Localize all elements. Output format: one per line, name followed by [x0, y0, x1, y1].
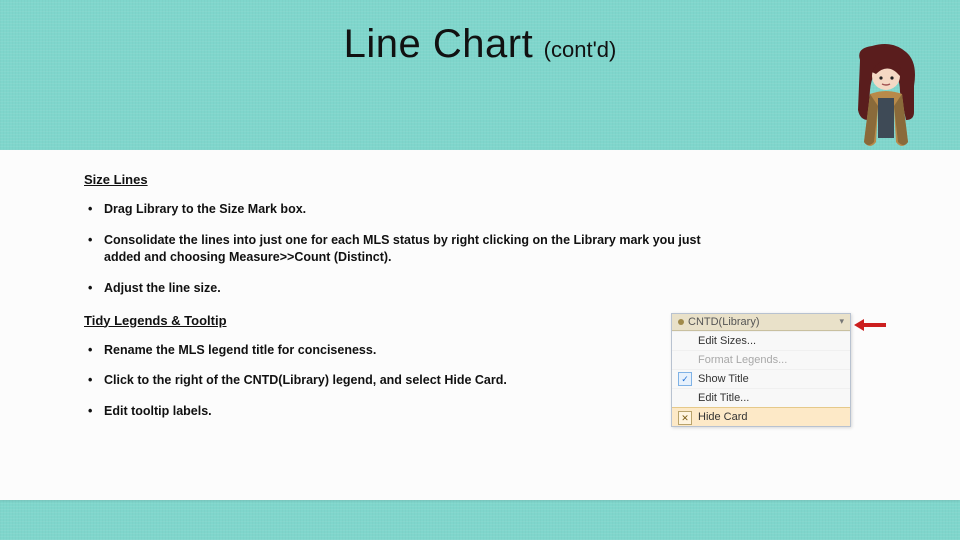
slide-title: Line Chart (cont'd) [0, 22, 960, 67]
title-suffix: (cont'd) [544, 37, 617, 62]
context-menu-header-label: CNTD(Library) [688, 316, 760, 328]
section-heading-size-lines: Size Lines [84, 172, 876, 187]
menu-item-edit-title[interactable]: Edit Title... [672, 388, 850, 407]
menu-item-show-title[interactable]: Show Title [672, 369, 850, 388]
menu-item-hide-card[interactable]: Hide Card [672, 407, 850, 426]
avatar-illustration [848, 42, 924, 152]
size-lines-list: Drag Library to the Size Mark box. Conso… [88, 201, 876, 297]
list-item: Rename the MLS legend title for concisen… [88, 342, 653, 359]
chevron-down-icon: ▾ [839, 316, 844, 327]
list-item: Consolidate the lines into just one for … [88, 232, 728, 266]
context-menu: CNTD(Library) ▾ Edit Sizes... Format Leg… [671, 313, 851, 427]
content-card: Size Lines Drag Library to the Size Mark… [0, 150, 960, 500]
list-item: Click to the right of the CNTD(Library) … [88, 372, 653, 389]
context-menu-header: CNTD(Library) ▾ [672, 314, 850, 331]
section-heading-tidy: Tidy Legends & Tooltip [84, 313, 653, 328]
menu-item-edit-sizes[interactable]: Edit Sizes... [672, 331, 850, 350]
legend-dot-icon [678, 319, 684, 325]
menu-item-format-legends: Format Legends... [672, 350, 850, 369]
list-item: Edit tooltip labels. [88, 403, 653, 420]
list-item: Adjust the line size. [88, 280, 728, 297]
list-item: Drag Library to the Size Mark box. [88, 201, 728, 218]
callout-arrow-icon [856, 319, 886, 331]
tidy-list: Rename the MLS legend title for concisen… [88, 342, 653, 421]
context-menu-figure: CNTD(Library) ▾ Edit Sizes... Format Leg… [671, 313, 876, 427]
title-main: Line Chart [344, 22, 534, 66]
